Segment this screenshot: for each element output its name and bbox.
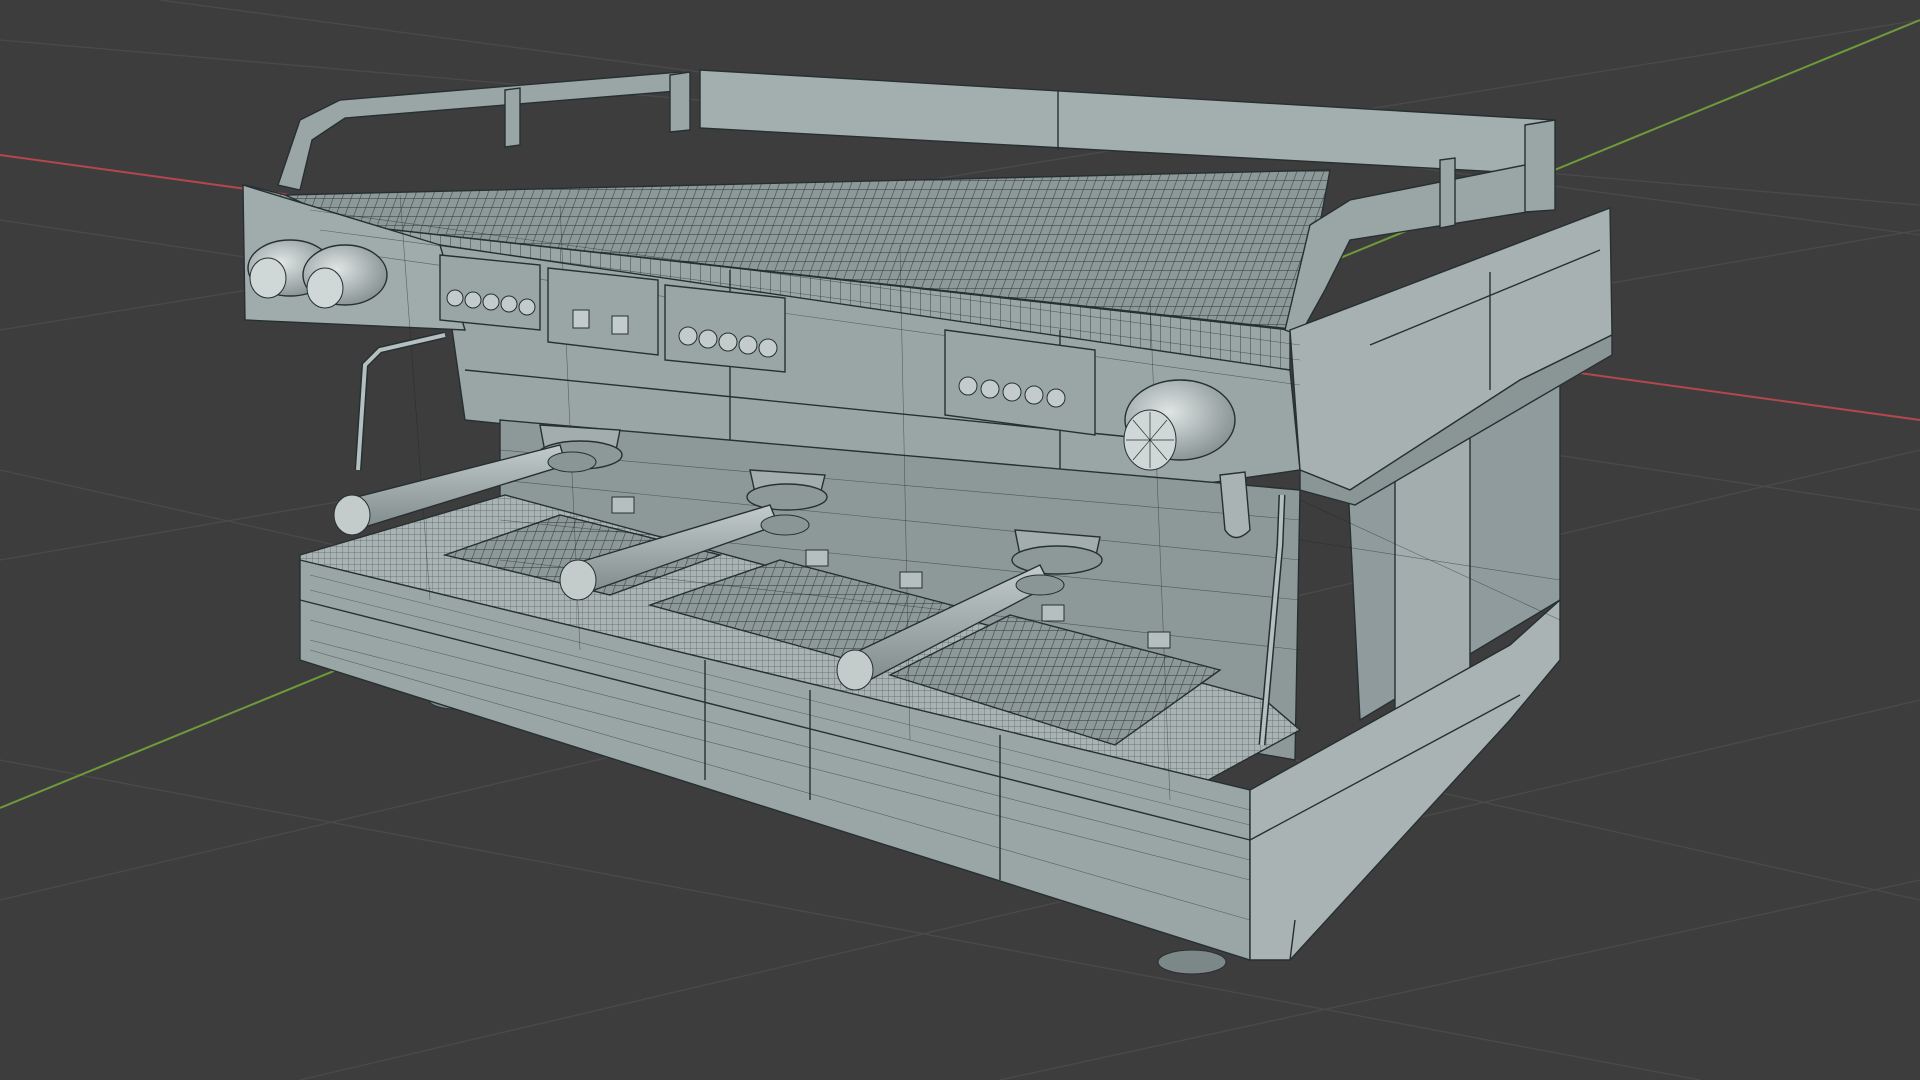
- group-head-2: [746, 469, 828, 511]
- steam-wand-left: [354, 331, 446, 471]
- hot-water-spout: [1219, 471, 1251, 539]
- group-head-3: [1011, 529, 1103, 575]
- espresso-machine-model[interactable]: [242, 69, 1613, 975]
- rear-backsplash: [699, 69, 1556, 176]
- button-panel-2[interactable]: [547, 267, 659, 356]
- viewport-scene[interactable]: [0, 0, 1920, 1080]
- 3d-viewport[interactable]: [0, 0, 1920, 1080]
- button-panel-1[interactable]: [439, 254, 541, 331]
- button-panel-3[interactable]: [664, 284, 786, 373]
